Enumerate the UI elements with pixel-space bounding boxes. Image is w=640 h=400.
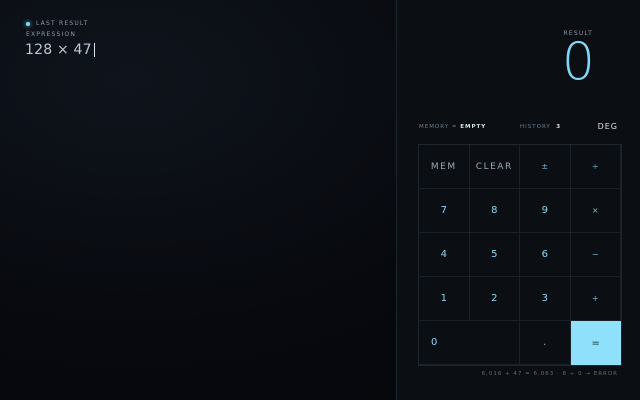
clear-button[interactable]: CLEAR	[469, 145, 520, 189]
text-caret	[93, 43, 95, 57]
calculator-pane: RESULT 0 MEMORY = EMPTY HISTORY 3 DEG ME…	[397, 0, 640, 400]
expression-label: EXPRESSION	[26, 31, 77, 38]
equals-button[interactable]: =	[570, 321, 621, 365]
memory-status: MEMORY = EMPTY	[419, 124, 486, 130]
history-label: HISTORY	[520, 124, 551, 130]
multiply-button[interactable]: ×	[570, 189, 621, 233]
result-display: 0	[561, 32, 595, 92]
expression-input[interactable]: 128 × 47	[25, 42, 95, 58]
digit-9-button[interactable]: 9	[520, 189, 571, 233]
digit-1-button[interactable]: 1	[419, 277, 470, 321]
digit-8-button[interactable]: 8	[469, 189, 520, 233]
expression-pane: LAST RESULT EXPRESSION 128 × 47	[0, 0, 396, 400]
digit-0-button[interactable]: 0	[419, 321, 520, 365]
plus-button[interactable]: +	[570, 277, 621, 321]
digit-2-button[interactable]: 2	[469, 277, 520, 321]
history-status[interactable]: HISTORY 3	[520, 124, 561, 130]
calculator-app: LAST RESULT EXPRESSION 128 × 47 RESULT 0…	[0, 0, 640, 400]
history-count: 3	[556, 124, 562, 130]
memory-label: MEMORY =	[419, 124, 458, 130]
angle-mode-toggle[interactable]: DEG	[598, 122, 618, 131]
expression-text: 128 × 47	[25, 42, 92, 58]
mem-button[interactable]: MEM	[419, 145, 470, 189]
digit-7-button[interactable]: 7	[419, 189, 470, 233]
history-summary: 6,016 + 47 = 6,063 · 8 ÷ 0 → ERROR	[481, 371, 618, 377]
last-result-indicator: LAST RESULT	[26, 20, 89, 27]
divide-button[interactable]: ÷	[570, 145, 621, 189]
status-row: MEMORY = EMPTY HISTORY 3 DEG	[419, 122, 618, 134]
digit-5-button[interactable]: 5	[469, 233, 520, 277]
digit-3-button[interactable]: 3	[520, 277, 571, 321]
minus-button[interactable]: −	[570, 233, 621, 277]
decimal-button[interactable]: .	[520, 321, 571, 365]
status-dot-icon	[26, 21, 30, 26]
memory-value: EMPTY	[460, 124, 487, 130]
keypad: MEM CLEAR ± ÷ 7 8 9 × 4 5 6 − 1 2 3 + 0 …	[418, 144, 622, 366]
plus-minus-button[interactable]: ±	[520, 145, 571, 189]
last-result-label: LAST RESULT	[36, 20, 89, 27]
digit-6-button[interactable]: 6	[520, 233, 571, 277]
digit-4-button[interactable]: 4	[419, 233, 470, 277]
